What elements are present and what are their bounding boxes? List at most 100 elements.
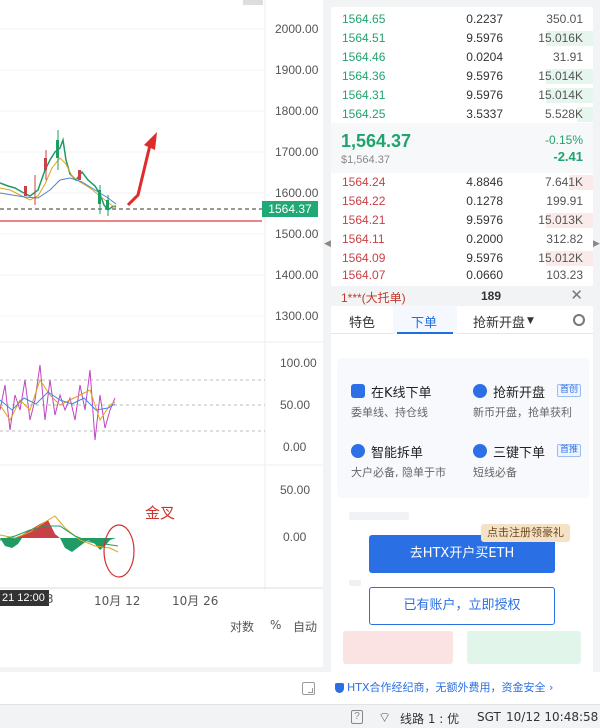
tab-order[interactable]: 下单: [411, 312, 437, 331]
authorize-button[interactable]: 已有账户，立即授权: [369, 587, 555, 625]
chevron-right-icon: ›: [549, 681, 554, 694]
ask-total: 15.014K: [538, 69, 583, 83]
ask-qty: 0.0204: [466, 50, 503, 64]
ask-row[interactable]: 1564.36 9.5976 15.014K: [331, 67, 593, 86]
ask-total: 350.01: [546, 12, 583, 26]
clock: 10/12 10:48:58: [506, 710, 599, 724]
price-axis-label: 1300.00: [275, 309, 319, 323]
bid-row[interactable]: 1564.11 0.2000 312.82: [331, 230, 593, 249]
last-price: 1,564.37: [341, 131, 412, 151]
feature-kline-order[interactable]: 在K线下单 委单线、持仓线: [351, 382, 461, 419]
bid-price: 1564.22: [342, 194, 386, 208]
bid-row[interactable]: 1564.07 0.0660 103.23: [331, 266, 593, 285]
ask-total: 5.528K: [544, 107, 583, 121]
ask-qty: 9.5976: [466, 88, 503, 102]
golden-cross-circle: [103, 524, 135, 578]
ask-price: 1564.65: [342, 12, 386, 26]
feature-subtitle: 新币开盘，抢单获利: [473, 406, 572, 419]
up-arrow-annotation: [126, 132, 157, 207]
bid-row[interactable]: 1564.22 0.1278 199.91: [331, 192, 593, 211]
feature-subtitle: 短线必备: [473, 466, 517, 479]
feature-title: 在K线下单: [371, 386, 432, 401]
big-bid-label: 1***(大托单): [341, 291, 406, 305]
log-scale-toggle[interactable]: 对数: [230, 618, 254, 635]
candlesticks: [0, 130, 117, 216]
price-axis-label: 1900.00: [275, 63, 319, 77]
collapse-left-icon[interactable]: ◀: [324, 238, 331, 249]
chart-bottom-divider: [0, 667, 323, 672]
timezone: SGT: [477, 710, 501, 724]
price-axis-labels: 2000.00 1900.00 1800.00 1700.00 1600.00 …: [275, 22, 319, 544]
macd-histogram: [0, 520, 116, 552]
feature-subtitle: 委单线、持仓线: [351, 406, 428, 419]
kdj-series: [0, 364, 116, 441]
ask-row[interactable]: 1564.65 0.2237 350.01: [331, 10, 593, 29]
feature-card: 在K线下单 委单线、持仓线 抢新开盘 首创 新币开盘，抢单获利 智能拆单 大户必…: [337, 358, 589, 498]
feature-title: 抢新开盘: [493, 386, 546, 401]
price-axis-label: 1800.00: [275, 104, 319, 118]
three-key-order-icon: [473, 444, 487, 458]
faded-sell-button: [467, 631, 581, 664]
big-bid-count: 189: [481, 289, 502, 303]
chart-canvas: 2000.00 1900.00 1800.00 1700.00 1600.00 …: [0, 0, 323, 590]
ask-qty: 3.5337: [466, 107, 503, 121]
price-axis-label: 1600.00: [275, 186, 319, 200]
macd-axis-label: 0.00: [283, 530, 307, 544]
bid-qty: 9.5976: [466, 213, 503, 227]
bid-price: 1564.11: [342, 232, 385, 246]
scroll-handle: [243, 0, 263, 5]
price-gridlines: [0, 28, 265, 317]
x-axis-label: 10月 26: [172, 594, 219, 608]
fullscreen-icon[interactable]: [302, 682, 315, 695]
feature-badge: 首推: [557, 444, 582, 457]
chevron-down-icon[interactable]: ▼: [527, 316, 534, 326]
percent-scale-toggle[interactable]: %: [270, 618, 281, 632]
bid-qty: 0.1278: [466, 194, 503, 208]
bid-total: 103.23: [546, 268, 583, 282]
chart-panel-splitter[interactable]: [323, 0, 331, 672]
tab-new-listing[interactable]: 抢新开盘: [473, 312, 525, 331]
golden-cross-label: 金叉: [145, 504, 176, 522]
safety-note[interactable]: HTX合作经纪商，无额外费用，资金安全 ›: [331, 678, 593, 698]
ask-row[interactable]: 1564.25 3.5337 5.528K: [331, 105, 593, 124]
right-splitter[interactable]: [593, 0, 600, 672]
bid-total: 312.82: [546, 232, 583, 246]
feature-three-key-order[interactable]: 三键下单 首推 短线必备: [473, 442, 583, 479]
feature-title: 三键下单: [493, 446, 546, 461]
ask-row[interactable]: 1564.51 9.5976 15.016K: [331, 29, 593, 48]
tab-features[interactable]: 特色: [349, 312, 375, 331]
ask-qty: 0.2237: [466, 12, 503, 26]
ask-row[interactable]: 1564.31 9.5976 15.014K: [331, 86, 593, 105]
bid-row[interactable]: 1564.24 4.8846 7.641K: [331, 173, 593, 192]
feature-subtitle: 大户必备, 隐单于市: [351, 466, 446, 479]
ask-price: 1564.25: [342, 107, 386, 121]
promo-badge: 点击注册领豪礼: [481, 524, 570, 542]
feature-new-listing[interactable]: 抢新开盘 首创 新币开盘，抢单获利: [473, 382, 583, 419]
help-icon[interactable]: ?: [351, 710, 363, 724]
new-listing-icon: [473, 384, 487, 398]
ask-total: 15.016K: [538, 31, 583, 45]
collapse-right-icon[interactable]: ▶: [593, 238, 600, 249]
change-percent: -0.15%: [544, 133, 583, 147]
feature-smart-split[interactable]: 智能拆单 大户必备, 隐单于市: [351, 442, 461, 479]
bid-price: 1564.07: [342, 268, 386, 282]
chart-area[interactable]: 2000.00 1900.00 1800.00 1700.00 1600.00 …: [0, 0, 323, 695]
auto-scale-toggle[interactable]: 自动: [293, 618, 317, 635]
gear-icon[interactable]: [573, 314, 585, 326]
price-axis-label: 1700.00: [275, 145, 319, 159]
ask-row[interactable]: 1564.46 0.0204 31.91: [331, 48, 593, 67]
price-axis-label: 1500.00: [275, 227, 319, 241]
panel-tabs: 特色 下单 抢新开盘 ▼: [331, 306, 593, 334]
faded-placeholder: [349, 512, 409, 520]
last-price-block: 1,564.37 $1,564.37 -0.15% -2.41: [331, 123, 593, 173]
shield-icon: [335, 683, 344, 693]
status-bar: ? ⌔ 线路 1 : 优 SGT 10/12 10:48:58: [0, 704, 600, 728]
close-icon[interactable]: ✕: [570, 286, 583, 304]
bid-row[interactable]: 1564.21 9.5976 15.013K: [331, 211, 593, 230]
connection-line[interactable]: 线路 1 : 优: [400, 710, 459, 727]
ask-qty: 9.5976: [466, 69, 503, 83]
kline-order-icon: [351, 384, 365, 398]
ask-price: 1564.46: [342, 50, 386, 64]
change-value: -2.41: [553, 149, 583, 164]
ask-price: 1564.31: [342, 88, 386, 102]
